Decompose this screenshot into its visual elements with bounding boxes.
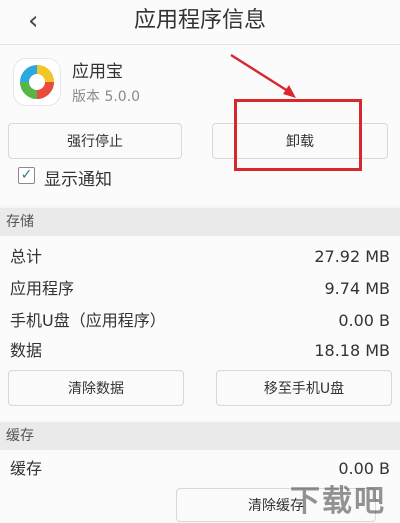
row-value: 27.92 MB: [314, 247, 390, 266]
title-bar: ‹ 应用程序信息: [0, 0, 400, 45]
cache-section-header: 缓存: [0, 422, 400, 450]
row-label: 缓存: [10, 459, 43, 478]
row-label: 手机U盘（应用程序）: [10, 311, 166, 330]
move-to-usb-button[interactable]: 移至手机U盘: [216, 370, 392, 406]
storage-section: 总计 27.92 MB 应用程序 9.74 MB 手机U盘（应用程序） 0.00…: [0, 236, 400, 420]
storage-row-total: 总计 27.92 MB: [0, 242, 400, 272]
row-value: 9.74 MB: [324, 279, 391, 298]
storage-row-usb: 手机U盘（应用程序） 0.00 B: [0, 306, 400, 336]
storage-row-data: 数据 18.18 MB: [0, 336, 400, 366]
storage-row-app: 应用程序 9.74 MB: [0, 274, 400, 304]
app-name: 应用宝: [72, 62, 123, 82]
force-stop-button[interactable]: 强行停止: [8, 123, 182, 159]
row-value: 18.18 MB: [314, 341, 390, 360]
row-label: 总计: [10, 247, 43, 266]
show-notification-label: 显示通知: [44, 170, 112, 190]
row-value: 0.00 B: [338, 311, 390, 330]
row-label: 数据: [10, 341, 43, 360]
watermark-logo: 下载吧: [290, 484, 386, 519]
page-title: 应用程序信息: [133, 8, 266, 33]
app-logo-icon: [14, 59, 60, 105]
app-version: 版本 5.0.0: [72, 89, 141, 105]
clear-data-button[interactable]: 清除数据: [8, 370, 184, 406]
show-notification-checkbox[interactable]: ✓: [18, 167, 35, 184]
storage-section-header: 存储: [0, 208, 400, 236]
annotation-highlight-box: [234, 99, 362, 171]
row-label: 应用程序: [10, 279, 75, 298]
